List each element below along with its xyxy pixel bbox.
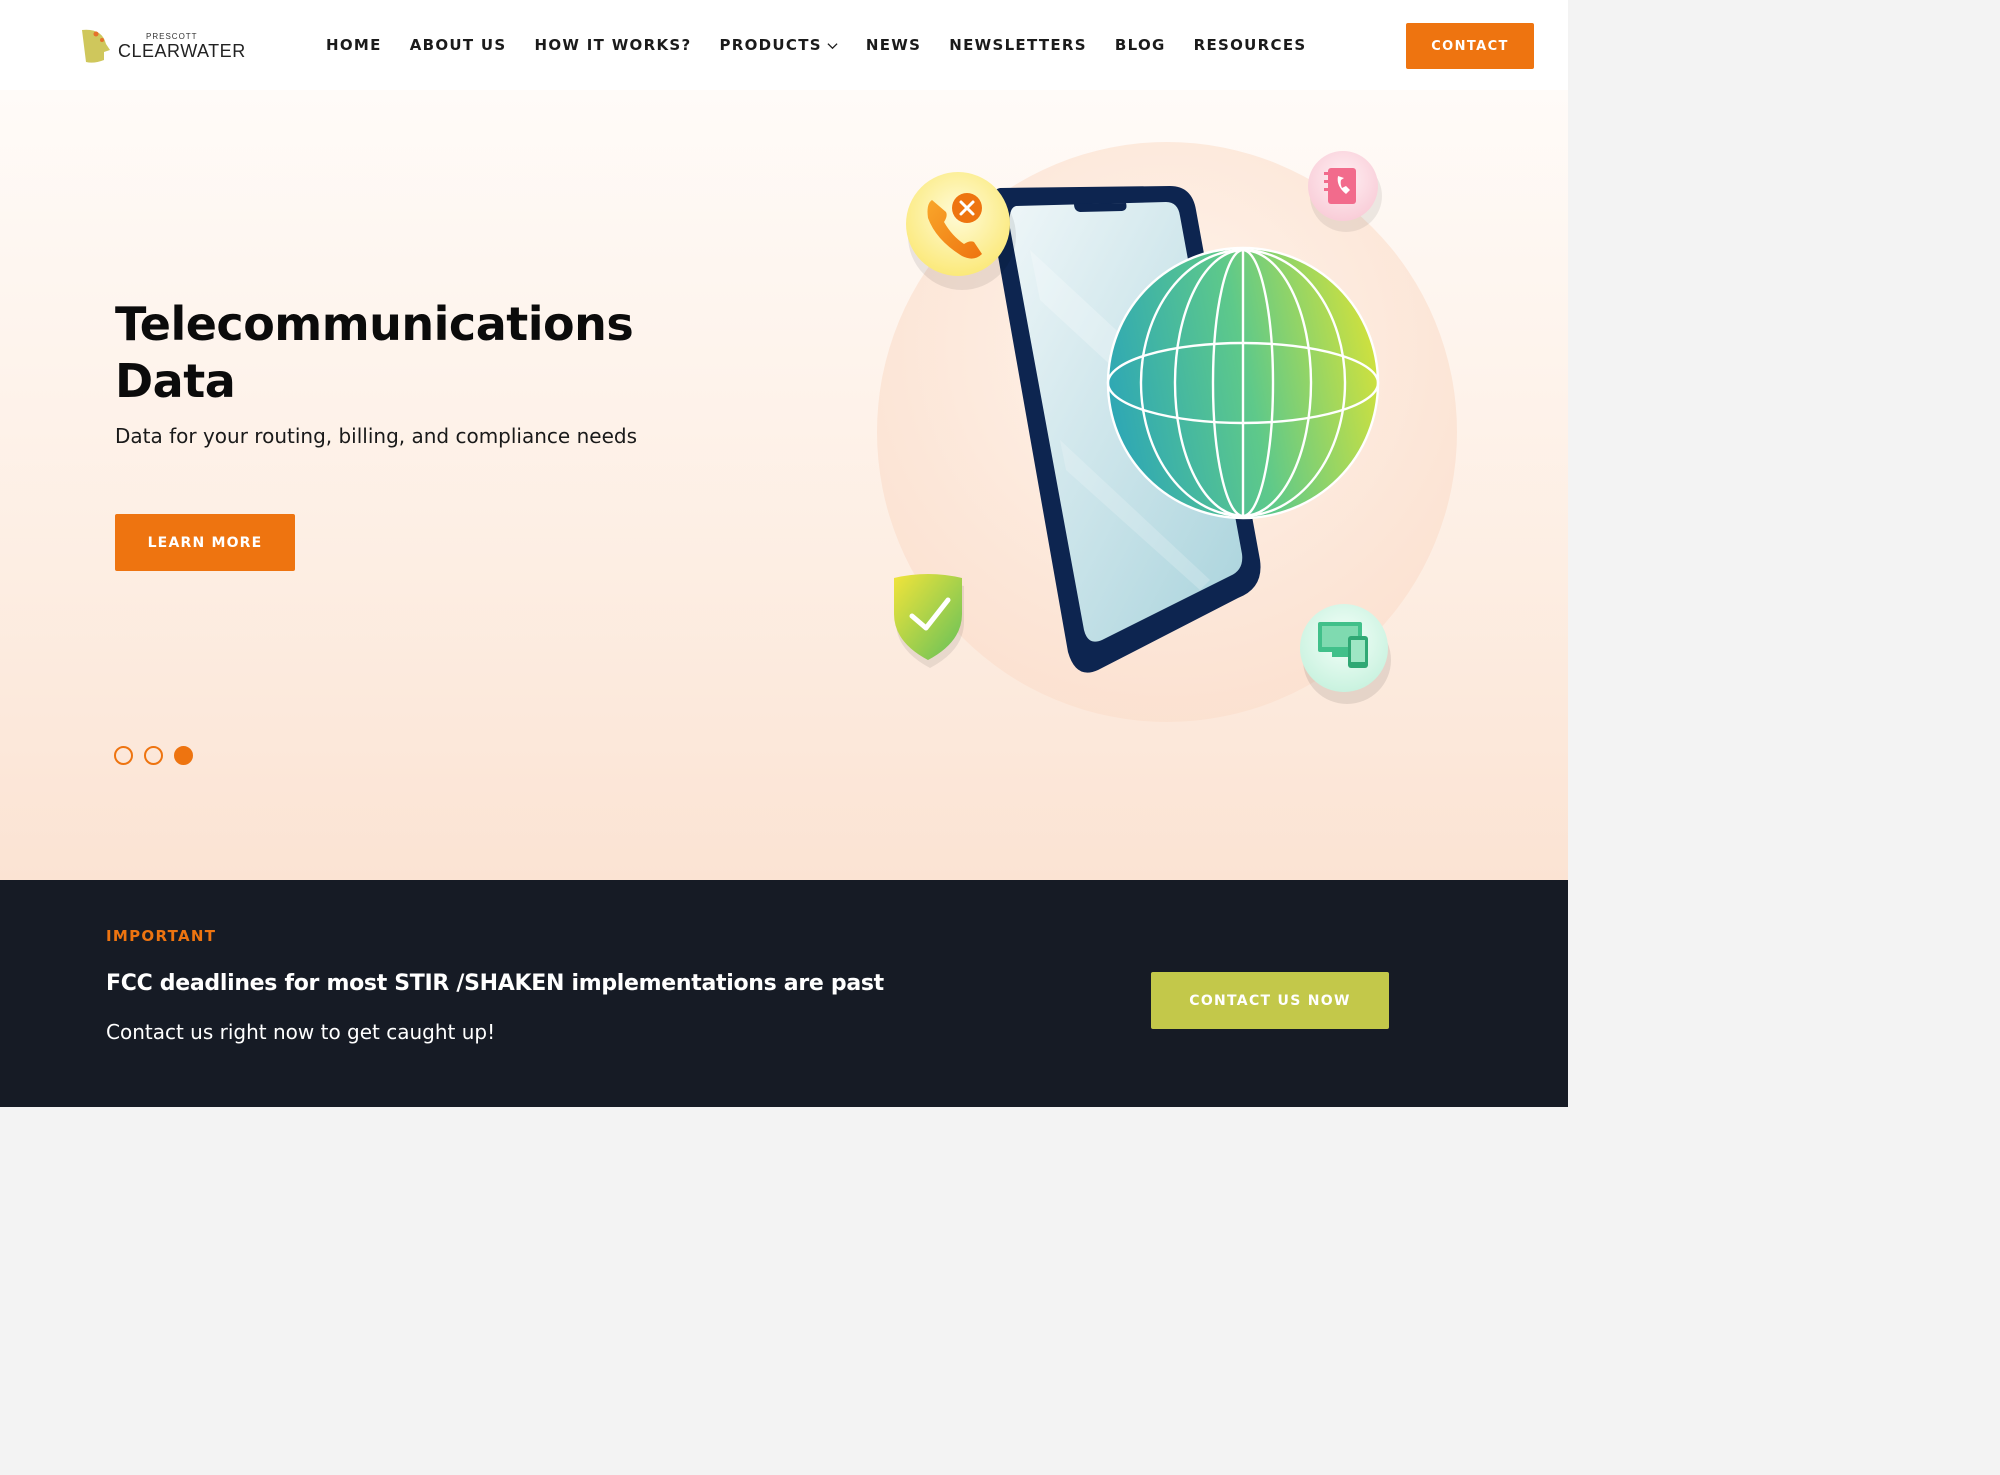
phone-book-icon — [1308, 151, 1382, 232]
page-bottom-strip — [0, 1107, 1568, 1156]
contact-button[interactable]: CONTACT — [1406, 23, 1534, 69]
logo-small-text: PRESCOTT — [146, 32, 198, 41]
important-subtitle: Contact us right now to get caught up! — [106, 1020, 496, 1044]
contact-us-now-button[interactable]: CONTACT US NOW — [1151, 972, 1389, 1029]
important-label: IMPORTANT — [106, 927, 217, 945]
important-band: IMPORTANT FCC deadlines for most STIR /S… — [0, 880, 1568, 1107]
site-header: PRESCOTT CLEARWATER HOME ABOUT US HOW IT… — [0, 0, 1568, 90]
nav-products-label: PRODUCTS — [719, 36, 822, 54]
shield-check-icon — [894, 574, 964, 668]
nav-how-it-works[interactable]: HOW IT WORKS? — [535, 36, 692, 54]
globe-icon — [1106, 246, 1380, 520]
nav-home[interactable]: HOME — [326, 36, 382, 54]
logo-mark-icon — [32, 29, 110, 63]
hero-slider: Telecommunications Data Data for your ro… — [0, 90, 1568, 880]
learn-more-button[interactable]: LEARN MORE — [115, 514, 295, 571]
slider-dots — [114, 746, 204, 765]
page: PRESCOTT CLEARWATER HOME ABOUT US HOW IT… — [0, 0, 1568, 1156]
logo-big-text: CLEARWATER — [118, 41, 246, 61]
nav-products[interactable]: PRODUCTS — [719, 36, 838, 54]
hero-illustration — [877, 142, 1457, 722]
nav-blog[interactable]: BLOG — [1115, 36, 1166, 54]
slider-dot-1[interactable] — [114, 746, 133, 765]
nav-resources[interactable]: RESOURCES — [1194, 36, 1307, 54]
important-title: FCC deadlines for most STIR /SHAKEN impl… — [106, 971, 884, 996]
nav-news[interactable]: NEWS — [866, 36, 921, 54]
hero-title: Telecommunications Data — [115, 297, 634, 408]
slider-dot-3[interactable] — [174, 746, 193, 765]
main-nav: HOME ABOUT US HOW IT WORKS? PRODUCTS NEW… — [326, 34, 1306, 56]
chevron-down-icon — [827, 42, 838, 49]
slider-dot-2[interactable] — [144, 746, 163, 765]
brand-logo[interactable]: PRESCOTT CLEARWATER — [32, 24, 245, 68]
nav-newsletters[interactable]: NEWSLETTERS — [949, 36, 1087, 54]
nav-about-us[interactable]: ABOUT US — [410, 36, 507, 54]
hero-subtitle: Data for your routing, billing, and comp… — [115, 424, 637, 448]
